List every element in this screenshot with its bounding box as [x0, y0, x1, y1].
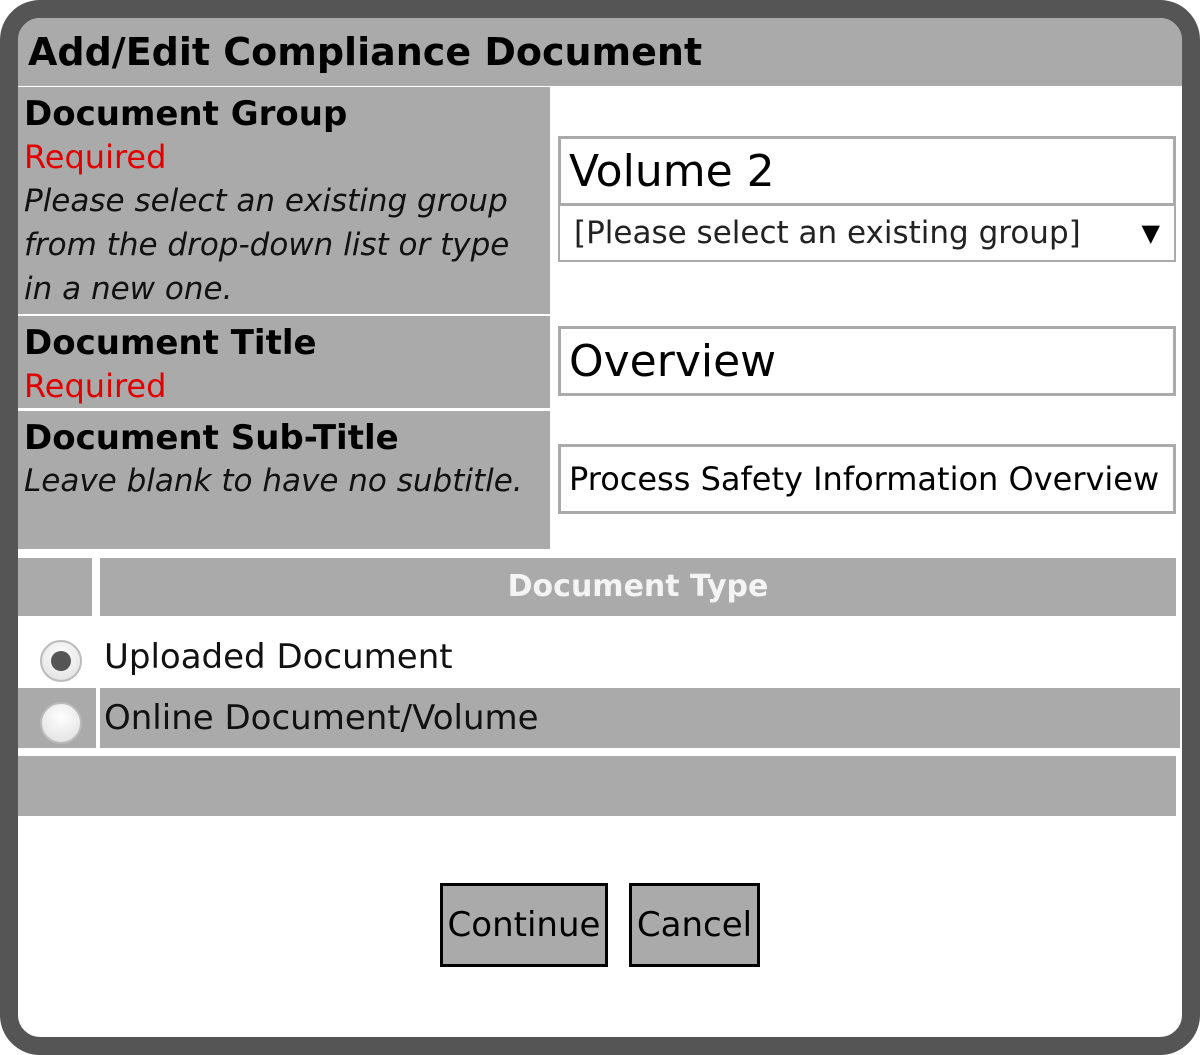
document-subtitle-label: Document Sub-Title — [24, 418, 399, 458]
online-document-label[interactable]: Online Document/Volume — [104, 689, 539, 747]
uploaded-document-radio[interactable] — [40, 640, 82, 682]
document-title-label: Document Title — [24, 323, 317, 363]
document-group-help: Please select an existing group from the… — [24, 183, 510, 307]
document-group-label-cell: Document Group Required Please select an… — [18, 87, 550, 314]
document-title-required: Required — [24, 367, 167, 405]
document-type-header: Document Type — [100, 558, 1176, 616]
document-title-label-cell: Document Title Required — [18, 316, 550, 408]
document-group-select[interactable]: [Please select an existing group] ▼ — [558, 204, 1176, 262]
continue-button[interactable]: Continue — [440, 883, 608, 967]
dialog-window: Add/Edit Compliance Document Document Gr… — [0, 0, 1200, 1055]
document-title-input[interactable] — [558, 326, 1176, 396]
document-group-input[interactable] — [558, 136, 1176, 206]
dropdown-arrow-icon[interactable]: ▼ — [1142, 206, 1160, 260]
document-group-select-value: [Please select an existing group] — [574, 215, 1081, 251]
document-group-label: Document Group — [24, 94, 348, 134]
online-document-row-divider — [96, 688, 100, 748]
cancel-button[interactable]: Cancel — [629, 883, 760, 967]
document-subtitle-help: Leave blank to have no subtitle. — [24, 463, 523, 499]
footer-row — [18, 756, 1176, 816]
uploaded-document-label[interactable]: Uploaded Document — [104, 628, 453, 686]
document-subtitle-label-cell: Document Sub-Title Leave blank to have n… — [18, 411, 550, 549]
online-document-radio[interactable] — [40, 702, 82, 744]
document-group-required: Required — [24, 138, 167, 176]
dialog-title: Add/Edit Compliance Document — [18, 18, 1182, 86]
document-type-header-spacer — [18, 558, 92, 616]
document-subtitle-input[interactable] — [558, 444, 1176, 514]
